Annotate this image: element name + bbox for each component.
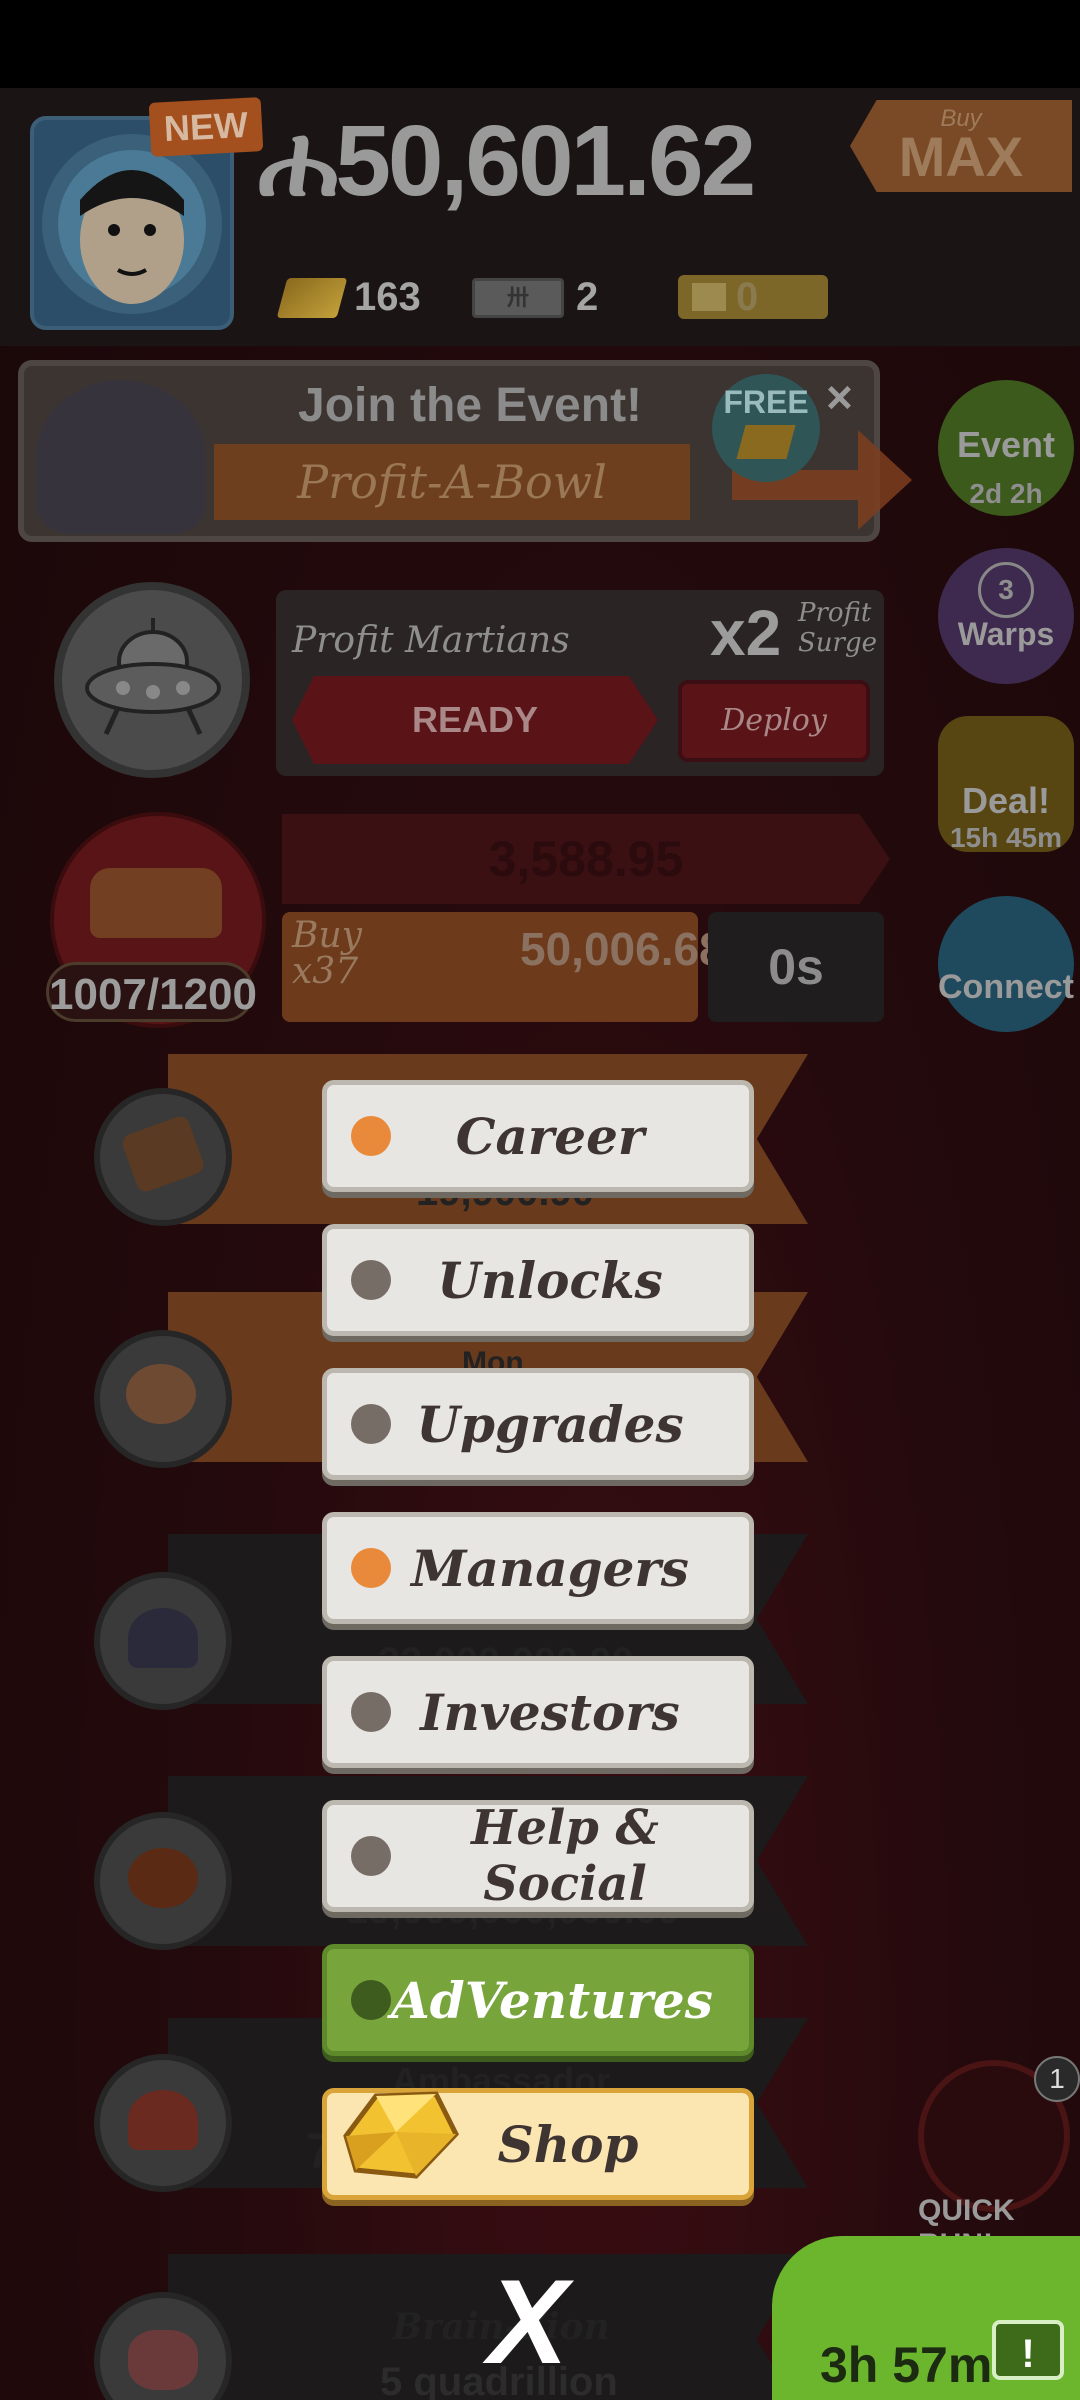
new-badge: NEW <box>148 97 264 157</box>
menu-adventures[interactable]: AdVentures <box>322 1944 754 2056</box>
menu-managers[interactable]: Managers <box>322 1512 754 1624</box>
jellyfish-icon <box>128 1608 198 1668</box>
ufo-icon <box>85 618 221 736</box>
warps-count: 3 <box>978 562 1034 618</box>
deal-button[interactable]: Deal! 15h 45m <box>938 716 1074 853</box>
menu-career-label: Career <box>455 1106 645 1166</box>
brain-icon <box>128 2330 198 2390</box>
menu-upgrades-label: Upgrades <box>416 1394 684 1454</box>
event-name: Profit-A-Bowl <box>214 444 690 520</box>
megabucks-value: 2 <box>576 275 599 319</box>
connect-button[interactable]: Connect <box>938 896 1074 1032</box>
investors-indicator-dot <box>351 1692 391 1732</box>
deal-timer: 15h 45m <box>949 822 1063 853</box>
business-count: 1007/1200 <box>46 962 257 1022</box>
deploy-button[interactable]: Deploy <box>678 680 870 762</box>
gold-counter[interactable]: 163 <box>276 275 421 320</box>
warps-button[interactable]: 3 Warps <box>938 548 1074 684</box>
ready-status: READY <box>292 676 658 764</box>
close-menu-button[interactable]: X <box>488 2262 568 2382</box>
megabucks-icon: 卅 <box>472 277 564 318</box>
gold-gem-icon <box>343 2091 460 2179</box>
buy-max-label: MAX <box>898 125 1024 188</box>
menu-help-social-label: Help & Social <box>471 1800 659 1912</box>
menu-managers-label: Managers <box>411 1538 689 1598</box>
deal-label: Deal! <box>961 780 1051 821</box>
gold-value: 163 <box>354 275 421 319</box>
surge-multiplier: x2 <box>710 597 782 669</box>
event-button[interactable]: Event 2d 2h <box>938 380 1074 516</box>
business-timer: 0s <box>708 912 884 1022</box>
ticket-icon: 0 <box>678 275 828 319</box>
buy-max-button[interactable]: Buy MAX <box>850 100 1072 192</box>
menu-career[interactable]: Career <box>322 1080 754 1192</box>
event-timer: 2d 2h <box>969 478 1043 509</box>
event-title: Join the Event! <box>298 379 643 432</box>
tickets-counter[interactable]: 0 <box>678 275 828 319</box>
menu-help-social[interactable]: Help & Social <box>322 1800 754 1912</box>
menu-investors-label: Investors <box>420 1682 680 1742</box>
man-face-icon <box>126 1364 196 1424</box>
menu-unlocks[interactable]: Unlocks <box>322 1224 754 1336</box>
gold-gem-icon <box>736 425 796 459</box>
warps-label: Warps <box>957 616 1055 652</box>
event-button-label: Event <box>956 424 1056 465</box>
tv-icon: ! <box>992 2320 1064 2380</box>
money-value: 50,601.62 <box>335 105 756 217</box>
menu-upgrades[interactable]: Upgrades <box>322 1368 754 1480</box>
adventures-indicator-dot <box>351 1980 391 2020</box>
unlocks-indicator-dot <box>351 1260 391 1300</box>
connect-label: Connect <box>938 968 1074 1006</box>
tv-timer: 3h 57m <box>820 2337 993 2393</box>
heart-ambassador-icon <box>128 2090 198 2150</box>
megabucks-counter[interactable]: 卅 2 <box>472 275 598 320</box>
event-close-button[interactable]: × <box>826 370 853 424</box>
gold-bar-icon <box>276 277 348 318</box>
buy-quantity-label: Buy x37 <box>292 915 362 992</box>
chocolate-icon <box>90 868 222 938</box>
game-screen: NEW ሐ50,601.62 Buy MAX 163 卅 2 0 Join th… <box>0 0 1080 2400</box>
menu-adventures-label: AdVentures <box>391 1970 713 2030</box>
currency-symbol: ሐ <box>258 105 338 217</box>
surge-label: Profit Surge <box>798 598 878 658</box>
money-display: ሐ50,601.62 <box>258 104 756 220</box>
martians-title: Profit Martians <box>292 620 570 661</box>
status-bar <box>0 0 1080 88</box>
buy-price: 50,006.68 <box>520 923 725 975</box>
help-social-indicator-dot <box>351 1836 391 1876</box>
upgrades-indicator-dot <box>351 1404 391 1444</box>
quick-run-count: 1 <box>1034 2056 1080 2102</box>
managers-indicator-dot <box>351 1548 391 1588</box>
tickets-value: 0 <box>736 274 759 319</box>
free-badge: FREE <box>712 374 820 482</box>
event-mascot-icon <box>36 380 206 534</box>
menu-investors[interactable]: Investors <box>322 1656 754 1768</box>
menu-unlocks-label: Unlocks <box>437 1250 663 1310</box>
profit-bar[interactable]: 3,588.95 <box>282 814 890 904</box>
career-indicator-dot <box>351 1116 391 1156</box>
globe-icon <box>128 1848 198 1908</box>
